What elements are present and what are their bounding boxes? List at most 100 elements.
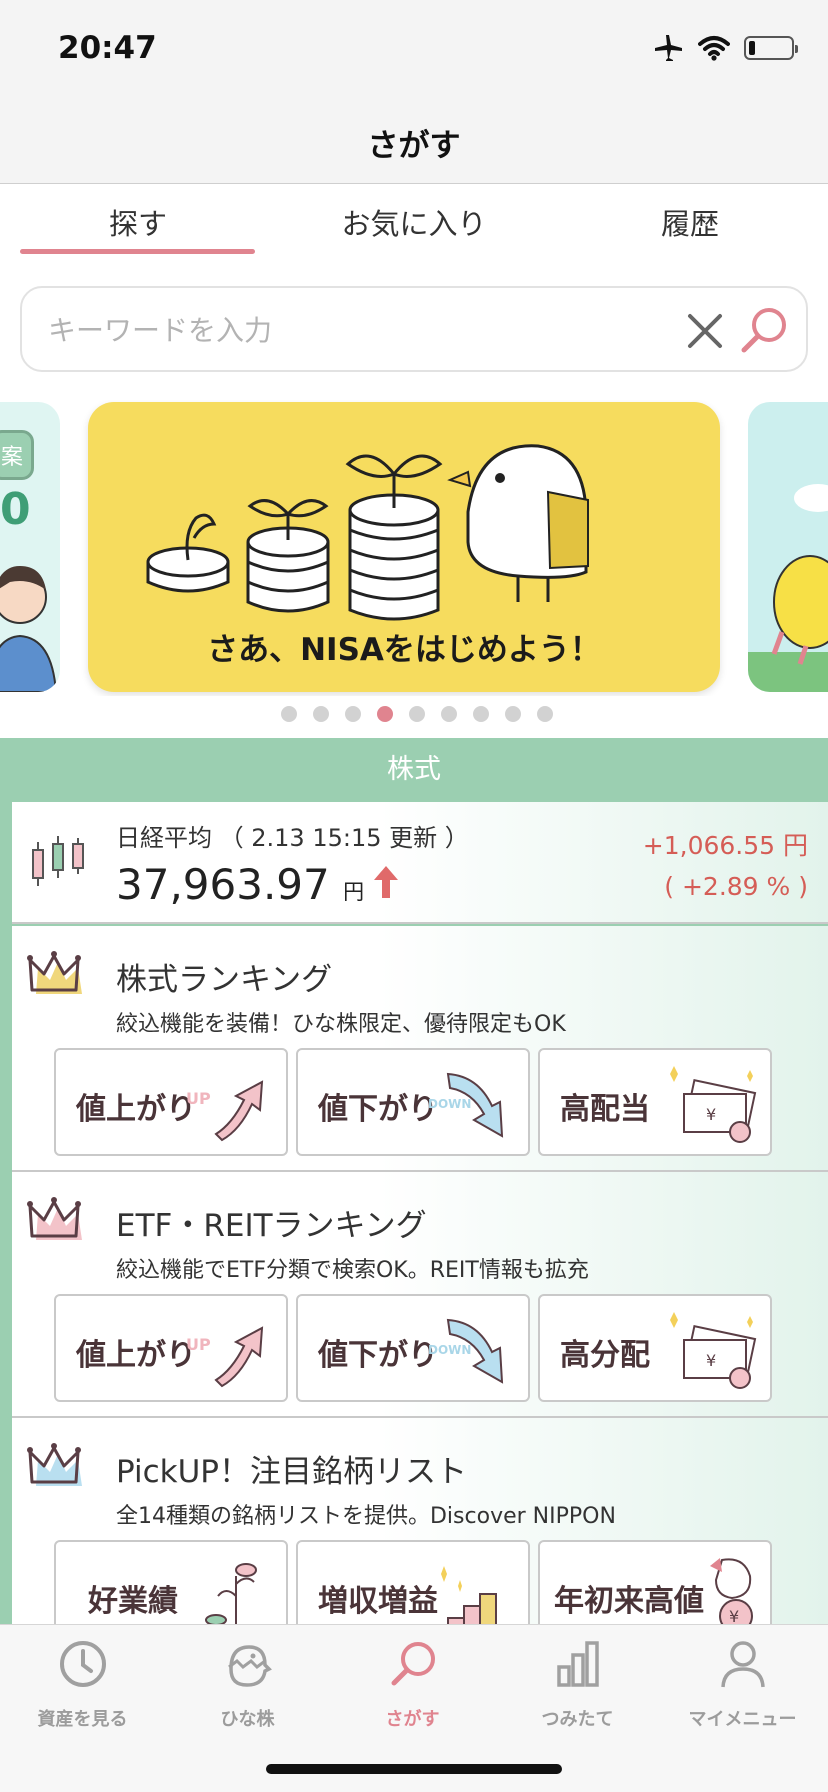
carousel-dot[interactable]	[345, 706, 361, 722]
nikkei-change: +1,066.55 円	[642, 831, 808, 860]
person-icon	[720, 1641, 765, 1688]
bird-coin-icon: ¥	[710, 1558, 753, 1624]
banner-card-next[interactable]	[748, 402, 828, 692]
high-dividend-button[interactable]: 高配当 ¥	[538, 1048, 772, 1156]
carousel-dot[interactable]	[281, 706, 297, 722]
falling-button[interactable]: 値下がり DOWN	[296, 1048, 530, 1156]
button-label: 好業績	[88, 1584, 178, 1619]
tab-assets[interactable]: 資産を見る	[0, 1639, 165, 1731]
carousel-pagination[interactable]	[0, 706, 828, 722]
nikkei-panel[interactable]: 日経平均 （ 2.13 15:15 更新 ） 37,963.97 円 +1,06…	[12, 802, 828, 924]
banner-tag: 案	[0, 430, 35, 480]
sprout-icon	[205, 1563, 257, 1624]
page-title: さがす	[367, 128, 461, 164]
carousel-dot[interactable]	[409, 706, 425, 722]
ranking-title: PickUP！注目銘柄リスト	[116, 1454, 468, 1490]
carousel-dot[interactable]	[377, 706, 393, 722]
status-icons	[652, 34, 798, 62]
banner-carousel[interactable]: 案 0 さあ、NISAをはじめよう！	[0, 400, 828, 696]
carousel-dot[interactable]	[537, 706, 553, 722]
banner-text: さあ、NISAをはじめよう！	[207, 632, 601, 668]
down-arrow-icon: DOWN	[428, 1318, 504, 1384]
crown-icon	[27, 1443, 82, 1486]
search-box	[20, 286, 808, 372]
crown-icon	[27, 1197, 82, 1240]
up-arrow-icon	[374, 866, 398, 898]
button-label: 高分配	[560, 1338, 650, 1373]
high-distribution-button[interactable]: 高分配 ¥	[538, 1294, 772, 1402]
tab-label: マイメニュー	[688, 1709, 797, 1730]
svg-text:¥: ¥	[729, 1607, 739, 1624]
svg-text:DOWN: DOWN	[428, 1343, 471, 1357]
up-arrow-icon: UP	[186, 1326, 264, 1388]
button-label: 値下がり	[318, 1092, 438, 1127]
revenue-profit-growth-button[interactable]: 増収増益	[296, 1540, 530, 1624]
button-label: 値上がり	[76, 1092, 196, 1127]
search-icon[interactable]	[738, 304, 790, 356]
money-icon: ¥	[670, 1066, 757, 1143]
rising-button[interactable]: 値上がり UP	[54, 1048, 288, 1156]
section-header-stocks: 株式	[0, 738, 828, 802]
rising-button[interactable]: 値上がり UP	[54, 1294, 288, 1402]
bar-growth-icon	[441, 1566, 497, 1624]
svg-text:UP: UP	[186, 1335, 211, 1354]
candlestick-icon	[32, 836, 84, 886]
stocks-section: 日経平均 （ 2.13 15:15 更新 ） 37,963.97 円 +1,06…	[0, 802, 828, 1624]
svg-text:¥: ¥	[706, 1351, 716, 1370]
ranking-subtitle: 全14種類の銘柄リストを提供。Discover NIPPON	[116, 1504, 616, 1529]
tab-my-menu[interactable]: マイメニュー	[660, 1639, 825, 1731]
ranking-subtitle: 絞込機能を装備！ひな株限定、優待限定もOK	[116, 1012, 566, 1037]
nikkei-value: 37,963.97 円	[116, 860, 364, 909]
svg-text:UP: UP	[186, 1089, 211, 1108]
up-arrow-icon: UP	[186, 1080, 264, 1142]
nikkei-change-pct: ( +2.89 % )	[664, 872, 808, 901]
nav-bar: さがす	[0, 100, 828, 184]
carousel-dot[interactable]	[473, 706, 489, 722]
airplane-icon	[655, 35, 682, 61]
tab-label: つみたて	[541, 1709, 614, 1730]
tab-search[interactable]: 探す	[20, 201, 256, 243]
clock-icon	[59, 1641, 106, 1687]
search-input[interactable]	[48, 308, 668, 352]
tab-favorites[interactable]: お気に入り	[296, 201, 532, 243]
button-label: 値下がり	[318, 1338, 438, 1373]
tab-search-main[interactable]: さがす	[330, 1639, 495, 1731]
button-label: 増収増益	[318, 1584, 438, 1619]
carousel-dot[interactable]	[313, 706, 329, 722]
status-bar: 20:47	[0, 0, 828, 100]
segment-tabs: 探す お気に入り 履歴	[0, 185, 828, 255]
wifi-icon	[698, 36, 730, 61]
etf-reit-ranking-panel: ETF・REITランキング 絞込機能でETF分類で検索OK。REIT情報も拡充 …	[12, 1172, 828, 1418]
ranking-subtitle: 絞込機能でETF分類で検索OK。REIT情報も拡充	[116, 1258, 589, 1283]
ranking-title: ETF・REITランキング	[116, 1208, 427, 1244]
pickup-list-panel: PickUP！注目銘柄リスト 全14種類の銘柄リストを提供。Discover N…	[12, 1418, 828, 1624]
nikkei-unit: 円	[343, 880, 365, 904]
tab-label: ひな株	[220, 1709, 275, 1730]
banner-digit: 0	[0, 484, 31, 535]
chick-illustration	[748, 484, 828, 692]
button-label: 高配当	[560, 1092, 650, 1127]
good-earnings-button[interactable]: 好業績	[54, 1540, 288, 1624]
tab-active-indicator	[20, 249, 255, 254]
carousel-dot[interactable]	[505, 706, 521, 722]
bar-chart-icon	[556, 1641, 599, 1687]
coin-sprout-illustration	[146, 444, 589, 621]
falling-button[interactable]: 値下がり DOWN	[296, 1294, 530, 1402]
chick-icon	[227, 1645, 272, 1687]
person-illustration	[0, 566, 58, 692]
tab-tsumitate[interactable]: つみたて	[495, 1639, 660, 1731]
tab-history[interactable]: 履歴	[572, 201, 808, 243]
banner-card-prev[interactable]: 案 0	[0, 402, 60, 692]
close-icon[interactable]	[684, 310, 726, 352]
home-indicator	[266, 1764, 562, 1774]
stock-ranking-panel: 株式ランキング 絞込機能を装備！ひな株限定、優待限定もOK 値上がり UP 値下…	[12, 926, 828, 1172]
tab-label: さがす	[385, 1709, 440, 1730]
search-icon	[391, 1642, 435, 1686]
battery-icon	[744, 36, 798, 60]
down-arrow-icon: DOWN	[428, 1072, 504, 1138]
ytd-high-button[interactable]: 年初来高値 ¥	[538, 1540, 772, 1624]
banner-card-nisa[interactable]: さあ、NISAをはじめよう！	[88, 402, 720, 692]
tab-hina-kabu[interactable]: ひな株	[165, 1639, 330, 1731]
ranking-title: 株式ランキング	[116, 962, 333, 998]
carousel-dot[interactable]	[441, 706, 457, 722]
